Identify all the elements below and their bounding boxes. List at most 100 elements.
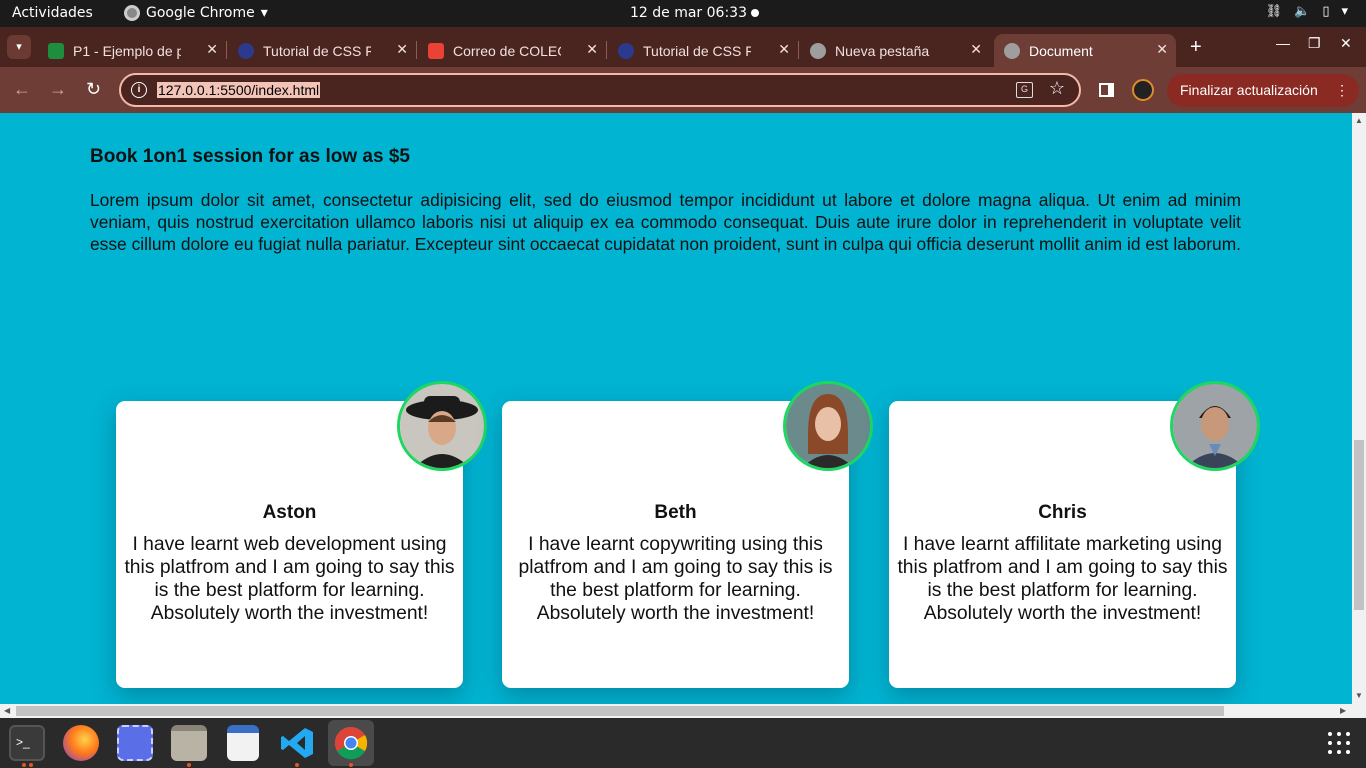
horizontal-scroll-thumb[interactable] — [16, 706, 1224, 716]
card-name: Aston — [262, 502, 317, 523]
notification-dot-icon — [751, 9, 759, 17]
avatar — [1170, 381, 1260, 471]
kebab-menu-icon[interactable]: ⋮ — [1335, 74, 1349, 107]
chrome-icon — [810, 42, 826, 59]
person-photo-icon — [400, 384, 484, 468]
tab-tutorial-css-1[interactable]: Tutorial de CSS Fle ✕ — [228, 34, 417, 67]
network-icon: ⛓ — [1265, 4, 1283, 19]
close-window-button[interactable]: ✕ — [1340, 35, 1352, 52]
caret-down-icon: ▾ — [260, 5, 268, 21]
update-button-label: Finalizar actualización — [1180, 82, 1318, 98]
close-icon[interactable]: ✕ — [1156, 41, 1168, 58]
tab-label: Document — [1029, 42, 1093, 59]
dock: >_ — [0, 718, 1366, 768]
card-text: I have learnt affilitate marketing using… — [897, 534, 1228, 624]
globe-icon — [1004, 42, 1020, 59]
address-bar[interactable]: i 127.0.0.1:5500/index.html G ☆ — [119, 73, 1081, 107]
tab-correo[interactable]: Correo de COLEGI ✕ — [418, 34, 607, 67]
terminal-prompt-icon: >_ — [16, 735, 30, 749]
minimize-button[interactable]: — — [1276, 35, 1290, 51]
chrome-icon — [334, 726, 368, 760]
chevron-down-icon: ▾ — [1341, 4, 1348, 19]
tab-document[interactable]: Document ✕ — [994, 34, 1176, 67]
update-button[interactable]: Finalizar actualización ⋮ — [1167, 74, 1359, 107]
chrome-icon — [124, 5, 140, 21]
tab-label: Correo de COLEGI — [453, 42, 561, 59]
info-icon[interactable]: i — [131, 82, 147, 98]
vscode-icon[interactable] — [279, 725, 315, 761]
card-text: I have learnt web development using this… — [124, 534, 455, 624]
close-icon[interactable]: ✕ — [586, 41, 598, 58]
app-menu[interactable]: Google Chrome ▾ — [124, 5, 268, 21]
running-indicator-icon — [349, 763, 353, 767]
firefox-icon[interactable] — [63, 725, 99, 761]
battery-icon: ▯ — [1322, 4, 1330, 19]
tab-search-button[interactable]: ▾ — [7, 35, 31, 59]
tab-tutorial-css-2[interactable]: Tutorial de CSS Fle ✕ — [608, 34, 799, 67]
bookmark-star-icon[interactable]: ☆ — [1049, 78, 1065, 99]
tab-label: Nueva pestaña — [835, 42, 930, 59]
close-icon[interactable]: ✕ — [206, 41, 218, 58]
person-photo-icon — [1173, 384, 1257, 468]
browser-toolbar: ← → ↻ i 127.0.0.1:5500/index.html G ☆ Fi… — [0, 67, 1366, 113]
running-indicator-icon — [29, 763, 33, 767]
back-arrow-icon[interactable]: ← — [13, 79, 31, 100]
card-name: Beth — [654, 502, 697, 523]
testimonial-card: Chris I have learnt affilitate marketing… — [889, 381, 1260, 688]
running-indicator-icon — [295, 763, 299, 767]
avatar — [783, 381, 873, 471]
testimonial-card: Beth I have learnt copywriting using thi… — [502, 381, 873, 688]
text-editor-icon[interactable] — [227, 725, 259, 761]
scroll-down-icon[interactable]: ▼ — [1355, 691, 1363, 700]
tutorial-site-icon — [238, 42, 254, 59]
app-name: Google Chrome — [146, 5, 255, 21]
tab-label: P1 - Ejemplo de pa — [73, 42, 181, 59]
page-heading: Book 1on1 session for as low as $5 — [90, 146, 410, 167]
page-paragraph: Lorem ipsum dolor sit amet, consectetur … — [90, 190, 1242, 254]
tab-label: Tutorial de CSS Fle — [643, 42, 751, 59]
avatar — [397, 381, 487, 471]
google-classroom-icon — [48, 42, 64, 59]
show-apps-icon[interactable] — [1328, 732, 1350, 754]
scroll-right-icon[interactable]: ▶ — [1340, 706, 1346, 715]
close-icon[interactable]: ✕ — [778, 41, 790, 58]
close-icon[interactable]: ✕ — [970, 41, 982, 58]
vertical-scrollbar[interactable]: ▲ ▼ — [1352, 113, 1366, 704]
card-name: Chris — [1038, 502, 1087, 523]
system-tray[interactable]: ⛓ 🔈 ▯ ▾ — [1266, 4, 1348, 19]
url-text[interactable]: 127.0.0.1:5500/index.html — [157, 82, 321, 98]
running-indicator-icon — [22, 763, 26, 767]
system-top-bar: Actividades Google Chrome ▾ 12 de mar 06… — [0, 0, 1366, 27]
activities-button[interactable]: Actividades — [12, 5, 93, 21]
screenshot-icon[interactable] — [117, 725, 153, 761]
card-text: I have learnt copywriting using this pla… — [518, 534, 833, 624]
scroll-left-icon[interactable]: ◀ — [4, 706, 10, 715]
running-indicator-icon — [187, 763, 191, 767]
horizontal-scrollbar[interactable]: ◀ ▶ — [0, 704, 1366, 718]
testimonial-card: Aston I have learnt web development usin… — [116, 381, 487, 688]
vscode-logo-icon — [281, 728, 313, 758]
tab-label: Tutorial de CSS Fle — [263, 42, 371, 59]
tutorial-site-icon — [618, 42, 634, 59]
chrome-dock-item[interactable] — [328, 720, 374, 766]
person-photo-icon — [786, 384, 870, 468]
tab-p1-ejemplo[interactable]: P1 - Ejemplo de pa ✕ — [38, 34, 227, 67]
profile-avatar[interactable] — [1132, 79, 1154, 101]
maximize-button[interactable]: ❐ — [1308, 35, 1321, 52]
terminal-icon[interactable]: >_ — [9, 725, 45, 761]
translate-icon[interactable]: G — [1016, 82, 1033, 98]
scroll-up-icon[interactable]: ▲ — [1355, 116, 1363, 125]
vertical-scroll-thumb[interactable] — [1354, 440, 1364, 610]
new-tab-button[interactable]: + — [1190, 36, 1202, 59]
tab-nueva-pestana[interactable]: Nueva pestaña ✕ — [800, 34, 990, 67]
gmail-icon — [428, 42, 444, 59]
page-viewport: Book 1on1 session for as low as $5 Lorem… — [0, 113, 1352, 704]
files-icon[interactable] — [171, 725, 207, 761]
side-panel-icon[interactable] — [1099, 83, 1114, 97]
volume-icon: 🔈 — [1294, 4, 1311, 19]
reload-icon[interactable]: ↻ — [86, 79, 101, 100]
clock[interactable]: 12 de mar 06:33 — [630, 5, 747, 21]
close-icon[interactable]: ✕ — [396, 41, 408, 58]
forward-arrow-icon[interactable]: → — [49, 79, 67, 100]
tab-strip: ▾ P1 - Ejemplo de pa ✕ Tutorial de CSS F… — [0, 27, 1366, 67]
